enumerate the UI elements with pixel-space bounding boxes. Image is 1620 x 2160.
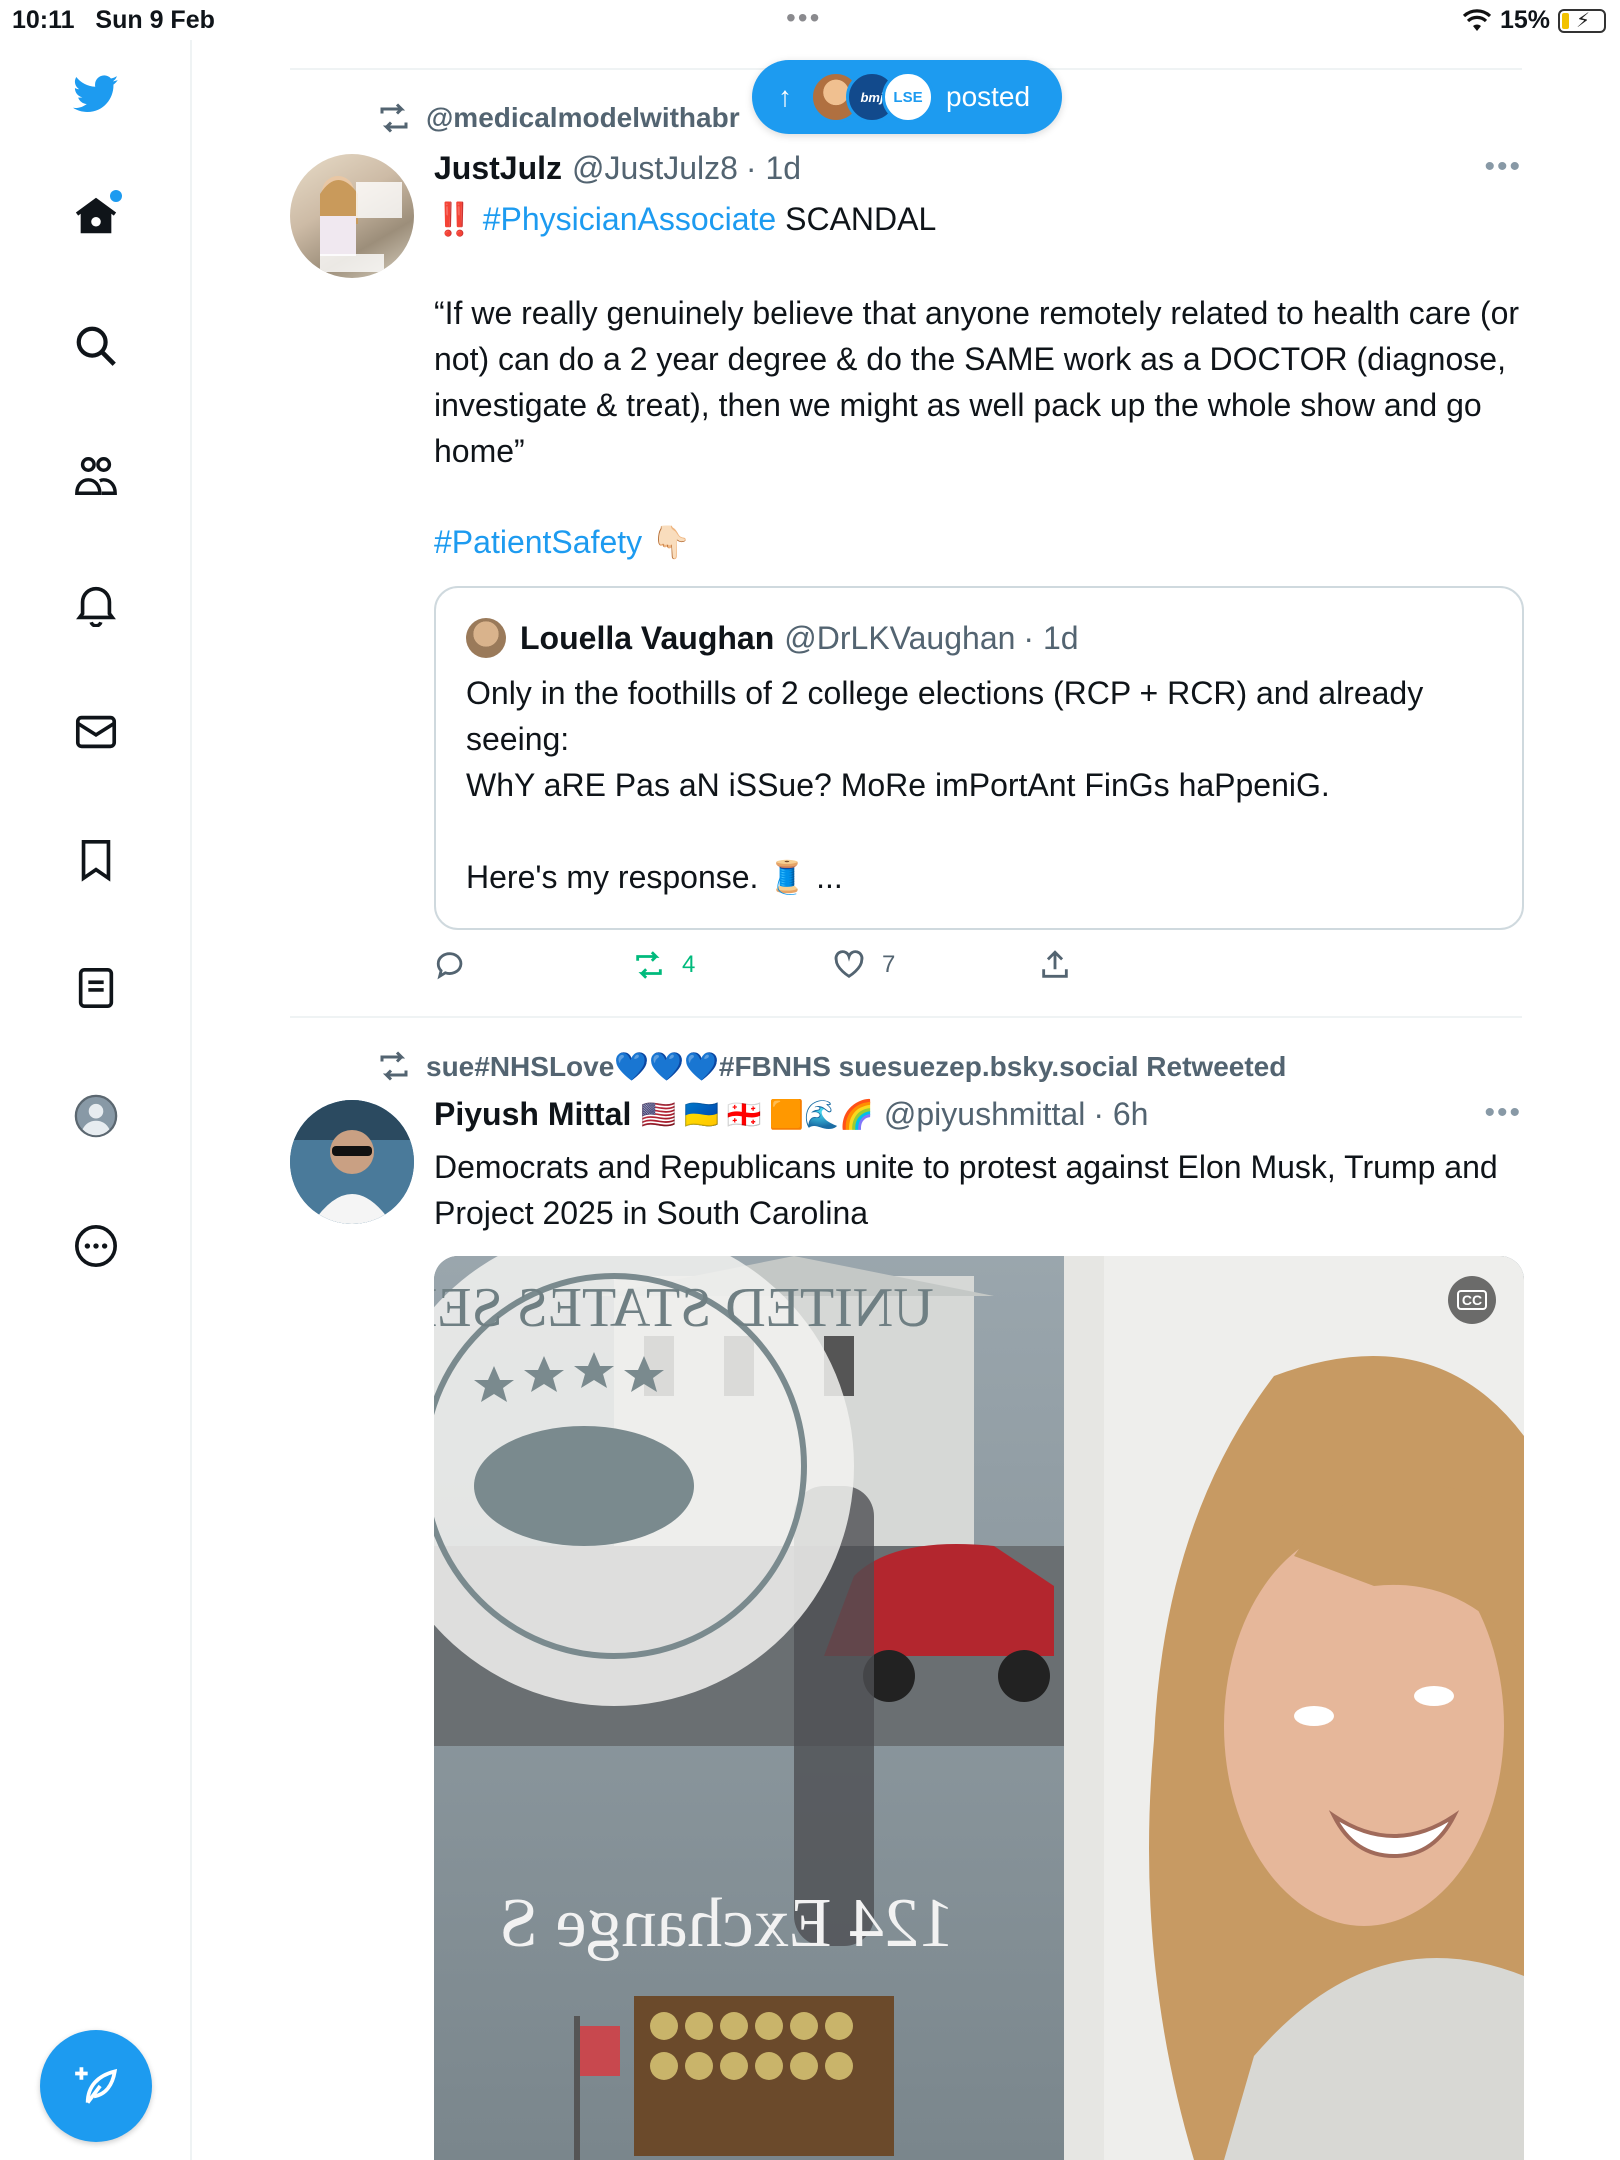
share-button[interactable] (1038, 948, 1072, 982)
quoted-line: Here's my response. 🧵 ... (466, 859, 843, 895)
notifications-bell-icon[interactable] (70, 578, 122, 630)
quoted-tweet[interactable]: Louella Vaughan @DrLKVaughan · 1d Only i… (434, 586, 1524, 930)
retweet-context[interactable]: @medicalmodelwithabr (376, 100, 740, 136)
sidebar-nav (0, 40, 192, 2160)
double-exclamation-emoji: ‼️ (434, 201, 474, 237)
tweet-more-icon[interactable]: ••• (1484, 150, 1522, 184)
quoted-tweet-header: Louella Vaughan @DrLKVaughan · 1d (466, 618, 1079, 658)
status-bar: 10:11 Sun 9 Feb ••• 15% ⚡ (0, 0, 1620, 40)
author-name[interactable]: JustJulz (434, 150, 562, 187)
search-icon[interactable] (70, 320, 122, 372)
avatar-image (320, 176, 402, 272)
retweet-context[interactable]: sue#NHSLove💙💙💙#FBNHS suesuezep.bsky.soci… (376, 1048, 1286, 1084)
retweeted-by: sue#NHSLove💙💙💙#FBNHS suesuezep.bsky.soci… (426, 1050, 1287, 1082)
retweet-icon (380, 103, 408, 133)
charging-bolt-icon: ⚡ (1576, 9, 1591, 32)
retweet-button[interactable]: 4 (632, 948, 695, 982)
status-right: 15% ⚡ (1462, 6, 1606, 35)
home-notification-dot (110, 190, 122, 202)
reply-button[interactable] (434, 948, 484, 982)
tweet-time[interactable]: · 1d (746, 150, 801, 187)
pointing-down-emoji: 👇🏻 (651, 524, 691, 560)
tweet-tag-line: #PatientSafety 👇🏻 (434, 519, 1524, 565)
avatar[interactable] (290, 154, 414, 278)
pill-label: posted (946, 81, 1031, 112)
like-count: 7 (882, 951, 896, 978)
quoted-line: WhY aRE Pas aN iSSue? MoRe imPortAnt Fin… (466, 767, 1330, 803)
tweet-divider (290, 1016, 1522, 1018)
like-button[interactable]: 7 (832, 948, 895, 982)
arrow-up-icon: ↑ (778, 81, 792, 112)
tweet-time[interactable]: · 6h (1093, 1096, 1148, 1133)
communities-icon[interactable] (70, 450, 122, 502)
messages-envelope-icon[interactable] (70, 706, 122, 758)
tweet-video[interactable]: UNITED STATES SENATE 124 Exchange S CC (434, 1256, 1524, 2160)
retweet-icon (636, 951, 662, 979)
tweet-header: Piyush Mittal 🇺🇸 🇺🇦 🇬🇪 🟧🌊🌈 @piyushmittal… (434, 1096, 1148, 1133)
quoted-text: Only in the foothills of 2 college elect… (466, 670, 1496, 900)
avatar-image (290, 1100, 414, 1224)
tweet-more-icon[interactable]: ••• (1484, 1096, 1522, 1130)
profile-icon[interactable] (70, 1090, 122, 1142)
more-circle-icon[interactable] (70, 1220, 122, 1272)
pill-avatar: LSE (882, 71, 934, 123)
seal-text: UNITED STATES SENATE (434, 1277, 934, 1339)
bookmark-icon[interactable] (70, 834, 122, 886)
battery-percent: 15% (1499, 6, 1550, 34)
closed-captions-button[interactable]: CC (1448, 1276, 1496, 1324)
hashtag-link[interactable]: #PhysicianAssociate (483, 201, 776, 237)
tweet-text: SCANDAL (776, 201, 937, 237)
tweet-body: Democrats and Republicans unite to prote… (434, 1149, 1498, 1231)
tweet-first-line: ‼️ #PhysicianAssociate SCANDAL (434, 196, 1524, 242)
wifi-icon (1462, 8, 1492, 31)
video-frame: UNITED STATES SENATE 124 Exchange S (434, 1256, 1524, 2160)
compose-feather-icon[interactable] (40, 2030, 152, 2142)
retweet-count: 4 (682, 951, 696, 978)
retweet-icon (380, 1051, 408, 1081)
quoted-line: Only in the foothills of 2 college elect… (466, 675, 1424, 757)
battery-level (1562, 12, 1569, 29)
author-handle[interactable]: @JustJulz8 (572, 150, 738, 187)
share-icon (1042, 950, 1068, 978)
tweet-actions: 4 7 (434, 948, 1074, 988)
tweet-header: JustJulz @JustJulz8 · 1d (434, 150, 801, 187)
home-icon[interactable] (70, 190, 122, 242)
author-flags: 🇺🇸 🇺🇦 🇬🇪 🟧🌊🌈 (641, 1099, 874, 1130)
lists-icon[interactable] (70, 962, 122, 1014)
quoted-author-handle: @DrLKVaughan (784, 619, 1016, 656)
hashtag-link[interactable]: #PatientSafety (434, 524, 642, 560)
battery-icon: ⚡ (1558, 8, 1606, 33)
reply-icon (436, 952, 463, 980)
heart-icon (834, 950, 864, 978)
status-date: Sun 9 Feb (95, 6, 215, 34)
quoted-time: · 1d (1023, 619, 1079, 656)
tweet-body: “If we really genuinely believe that any… (434, 295, 1520, 469)
author-handle[interactable]: @piyushmittal (884, 1096, 1085, 1133)
quoted-avatar (466, 618, 506, 658)
twitter-logo-icon[interactable] (70, 68, 122, 120)
author-name[interactable]: Piyush Mittal (434, 1096, 631, 1133)
retweeted-by: @medicalmodelwithabr (426, 102, 740, 133)
new-posts-pill[interactable]: ↑ bmj LSE posted (752, 60, 1062, 134)
status-time: 10:11 Sun 9 Feb (12, 6, 215, 34)
multitasking-dots-icon[interactable]: ••• (786, 2, 821, 34)
quoted-author-name: Louella Vaughan (520, 619, 775, 656)
avatar[interactable] (290, 1100, 414, 1224)
window-text: 124 Exchange S (499, 1885, 954, 1962)
